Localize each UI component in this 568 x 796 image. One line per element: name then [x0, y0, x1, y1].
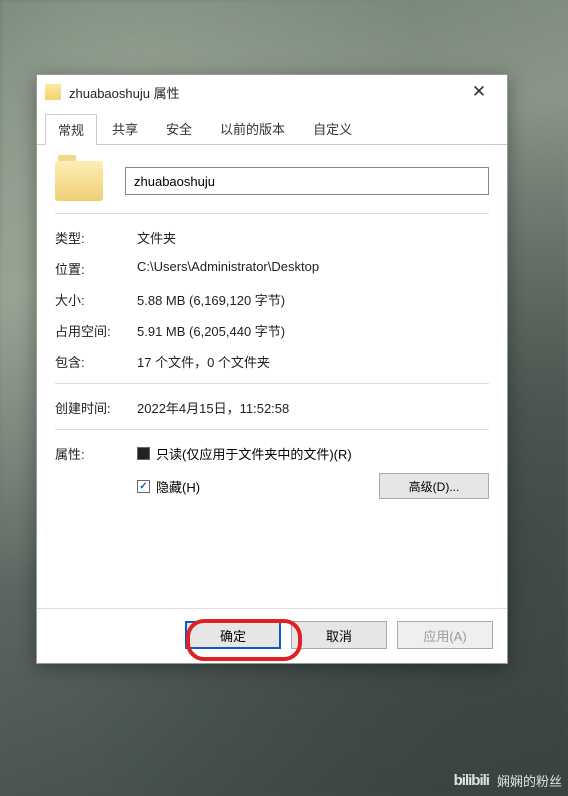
location-label: 位置:: [55, 259, 137, 278]
folder-icon: [45, 84, 61, 100]
sizeondisk-value: 5.91 MB (6,205,440 字节): [137, 321, 489, 340]
type-value: 文件夹: [137, 228, 489, 247]
cancel-button[interactable]: 取消: [291, 621, 387, 649]
dialog-buttons: 确定 取消 应用(A): [37, 608, 507, 663]
folder-large-icon[interactable]: [55, 161, 103, 201]
size-value: 5.88 MB (6,169,120 字节): [137, 290, 489, 309]
separator: [55, 213, 489, 214]
tab-customize[interactable]: 自定义: [300, 113, 365, 144]
readonly-label: 只读(仅应用于文件夹中的文件)(R): [156, 444, 352, 463]
apply-button[interactable]: 应用(A): [397, 621, 493, 649]
hidden-checkbox[interactable]: [137, 480, 150, 493]
close-icon[interactable]: ✕: [459, 77, 499, 107]
folder-name-input[interactable]: [125, 167, 489, 195]
created-label: 创建时间:: [55, 398, 137, 417]
separator: [55, 383, 489, 384]
general-panel: 类型:文件夹 位置:C:\Users\Administrator\Desktop…: [37, 145, 507, 608]
tab-previous-versions[interactable]: 以前的版本: [207, 113, 298, 144]
ok-button[interactable]: 确定: [185, 621, 281, 649]
contains-label: 包含:: [55, 352, 137, 371]
sizeondisk-label: 占用空间:: [55, 321, 137, 340]
watermark-text: 娴娴的粉丝: [497, 771, 562, 790]
advanced-button[interactable]: 高级(D)...: [379, 473, 489, 499]
tab-sharing[interactable]: 共享: [99, 113, 151, 144]
readonly-checkbox[interactable]: [137, 447, 150, 460]
hidden-label: 隐藏(H): [156, 477, 200, 496]
titlebar[interactable]: zhuabaoshuju 属性 ✕: [37, 75, 507, 109]
created-value: 2022年4月15日，11:52:58: [137, 398, 489, 417]
window-title: zhuabaoshuju 属性: [69, 83, 459, 102]
bilibili-logo: bilibili: [454, 772, 489, 789]
watermark: bilibili 娴娴的粉丝: [454, 771, 562, 790]
tab-security[interactable]: 安全: [153, 113, 205, 144]
size-label: 大小:: [55, 290, 137, 309]
properties-dialog: zhuabaoshuju 属性 ✕ 常规 共享 安全 以前的版本 自定义 类型:…: [36, 74, 508, 664]
location-value: C:\Users\Administrator\Desktop: [137, 259, 489, 278]
tab-general[interactable]: 常规: [45, 114, 97, 145]
type-label: 类型:: [55, 228, 137, 247]
tab-strip: 常规 共享 安全 以前的版本 自定义: [37, 109, 507, 145]
attributes-label: 属性:: [55, 444, 137, 509]
separator: [55, 429, 489, 430]
contains-value: 17 个文件，0 个文件夹: [137, 352, 489, 371]
